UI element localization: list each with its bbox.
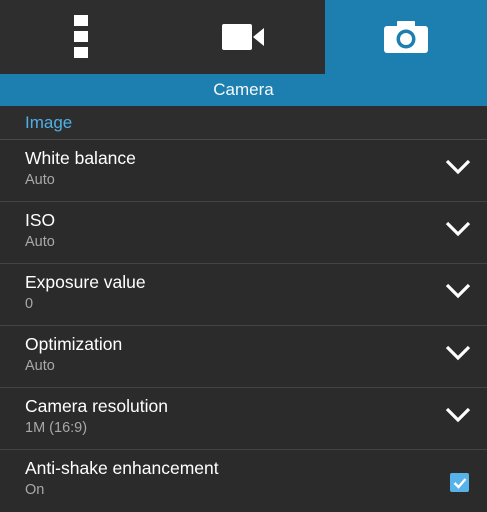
photo-camera-icon <box>383 21 428 53</box>
checkmark-icon <box>453 477 466 489</box>
chevron-down-icon[interactable] <box>445 406 471 424</box>
setting-label: Camera resolution <box>25 396 168 416</box>
setting-value: 0 <box>25 296 34 312</box>
setting-label: ISO <box>25 210 56 230</box>
mode-tab-bar <box>0 0 487 74</box>
menu-dots-icon <box>74 15 89 58</box>
tab-more-settings[interactable] <box>0 0 162 74</box>
setting-value: 1M (16:9) <box>25 420 88 436</box>
chevron-down-icon[interactable] <box>445 282 471 300</box>
setting-value: Auto <box>25 358 55 374</box>
settings-list: White balance Auto ISO Auto Exposure val… <box>0 140 487 512</box>
tab-video[interactable] <box>162 0 324 74</box>
setting-value: Auto <box>25 234 55 250</box>
setting-label: Optimization <box>25 334 123 354</box>
setting-value: Auto <box>25 172 55 188</box>
setting-iso[interactable]: ISO Auto <box>0 202 487 264</box>
setting-optimization[interactable]: Optimization Auto <box>0 326 487 388</box>
setting-exposure-value[interactable]: Exposure value 0 <box>0 264 487 326</box>
setting-value: On <box>25 482 45 498</box>
setting-label: White balance <box>25 148 136 168</box>
section-header-image: Image <box>0 106 487 140</box>
setting-label: Exposure value <box>25 272 146 292</box>
chevron-down-icon[interactable] <box>445 158 471 176</box>
chevron-down-icon[interactable] <box>445 220 471 238</box>
anti-shake-checkbox[interactable] <box>450 473 469 492</box>
setting-label: Anti-shake enhancement <box>25 458 219 478</box>
tab-camera[interactable] <box>324 0 487 74</box>
setting-white-balance[interactable]: White balance Auto <box>0 140 487 202</box>
chevron-down-icon[interactable] <box>445 344 471 362</box>
page-title: Camera <box>0 74 487 106</box>
setting-camera-resolution[interactable]: Camera resolution 1M (16:9) <box>0 388 487 450</box>
video-camera-icon <box>222 24 265 50</box>
